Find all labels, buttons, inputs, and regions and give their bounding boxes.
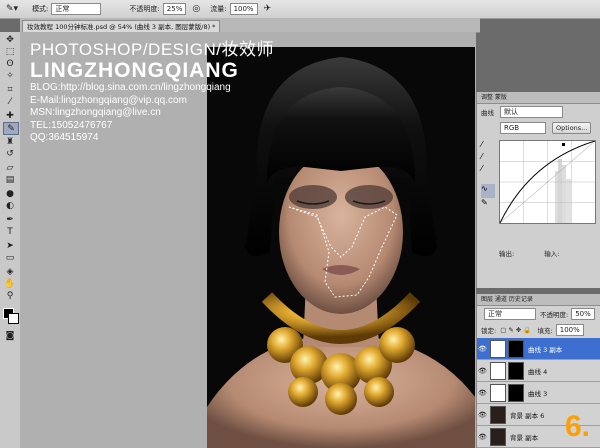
set-gray-point-icon[interactable]: ⁄ — [481, 152, 495, 164]
flow-label: 流量: — [210, 5, 227, 13]
eye-icon[interactable]: 👁 — [477, 411, 488, 419]
layer-opacity-label: 不透明度: — [540, 311, 569, 319]
input-label: 输入: — [544, 250, 560, 258]
adjustment-thumbnail — [490, 361, 506, 380]
quick-select-tool-icon[interactable]: ✧ — [3, 70, 17, 81]
pen-tool-icon[interactable]: ✒ — [3, 214, 17, 225]
lock-icons[interactable]: ▢ ✎ ✥ 🔒 — [500, 326, 531, 334]
gradient-tool-icon[interactable]: ▤ — [3, 174, 17, 185]
watermark-qq: QQ:364515974 — [30, 132, 99, 143]
airbrush-icon[interactable]: ✈ — [264, 4, 272, 14]
path-select-tool-icon[interactable]: ➤ — [3, 240, 17, 251]
adjustments-tabs[interactable]: 调整 蒙版 — [477, 92, 600, 104]
mode-select[interactable]: 正常 — [51, 3, 102, 15]
eye-icon[interactable]: 👁 — [477, 345, 488, 353]
mask-thumbnail[interactable] — [508, 339, 524, 358]
layer-name: 背景 副本 — [510, 433, 539, 442]
opacity-label: 不透明度: — [129, 5, 160, 13]
watermark-blog: BLOG:http://blog.sina.com.cn/lingzhongqi… — [30, 82, 231, 93]
layer-name: 背景 副本 6 — [510, 411, 545, 420]
opacity-field[interactable]: 25% — [162, 3, 187, 15]
curves-graph[interactable] — [499, 140, 596, 224]
watermark-title: PHOTOSHOP/DESIGN/妆效师 — [30, 40, 274, 59]
quick-mask-icon[interactable]: ◙ — [3, 330, 17, 341]
mask-thumbnail[interactable] — [508, 383, 524, 402]
crop-tool-icon[interactable]: ⌗ — [3, 84, 17, 95]
curves-grid — [499, 140, 596, 224]
marquee-tool-icon[interactable]: ⬚ — [3, 46, 17, 57]
output-label: 输出: — [499, 250, 515, 258]
curves-tools: ⁄ ⁄ ⁄ ∿ ✎ — [481, 140, 495, 210]
dodge-tool-icon[interactable]: ◐ — [3, 200, 17, 211]
mode-label: 模式: — [32, 5, 49, 13]
brush-tool-icon[interactable]: ✎▾ — [6, 4, 18, 14]
history-brush-tool-icon[interactable]: ↺ — [3, 148, 17, 159]
3d-tool-icon[interactable]: ◈ — [3, 266, 17, 277]
mask-thumbnail[interactable] — [508, 361, 524, 380]
move-tool-icon[interactable]: ✥ — [3, 34, 17, 45]
layer-name: 曲线 3 副本 — [528, 345, 563, 354]
blur-tool-icon[interactable]: ● — [3, 188, 17, 199]
channel-select[interactable]: RGB — [500, 122, 546, 134]
eyedropper-tool-icon[interactable]: ⁄ — [3, 96, 17, 107]
shape-tool-icon[interactable]: ▭ — [3, 252, 17, 263]
watermark-msn: MSN:lingzhongqiang@live.cn — [30, 107, 161, 118]
lasso-tool-icon[interactable]: ʘ — [3, 58, 17, 69]
lock-label: 锁定: — [481, 327, 497, 335]
curves-preset-select[interactable]: 默认 — [500, 106, 563, 118]
eye-icon[interactable]: 👁 — [477, 367, 488, 375]
curve-point-tool-icon[interactable]: ∿ — [481, 184, 495, 198]
layers-tabs[interactable]: 图层 通道 历史记录 — [477, 294, 600, 306]
pressure-opacity-icon[interactable]: ◎ — [192, 4, 200, 14]
hand-tool-icon[interactable]: ✋ — [3, 278, 17, 289]
adjustment-thumbnail — [490, 383, 506, 402]
brush-tool-icon[interactable]: ✎ — [3, 122, 19, 135]
layer-row[interactable]: 👁 曲线 3 — [477, 382, 600, 404]
healing-tool-icon[interactable]: ✚ — [3, 110, 17, 121]
layer-opacity-field[interactable]: 50% — [571, 308, 595, 320]
layer-row[interactable]: 👁 曲线 3 副本 — [477, 338, 600, 360]
set-white-point-icon[interactable]: ⁄ — [481, 164, 495, 176]
watermark-name: LINGZHONGQIANG — [30, 59, 239, 82]
stamp-tool-icon[interactable]: ♜ — [3, 136, 17, 147]
options-bar: ✎▾ 模式: 正常 不透明度: 25% ◎ 流量: 100% ✈ — [0, 0, 600, 19]
eye-icon[interactable]: 👁 — [477, 433, 488, 441]
watermark-tel: TEL:15052476767 — [30, 119, 113, 131]
type-tool-icon[interactable]: T — [3, 226, 17, 237]
layer-name: 曲线 3 — [528, 389, 548, 398]
layer-row[interactable]: 👁 曲线 4 — [477, 360, 600, 382]
blend-mode-select[interactable]: 正常 — [484, 308, 536, 320]
background-color-swatch[interactable] — [8, 313, 19, 324]
zoom-tool-icon[interactable]: ⚲ — [3, 290, 17, 301]
eye-icon[interactable]: 👁 — [477, 389, 488, 397]
adjustments-panel: 调整 蒙版 曲线 默认 RGB Options... ⁄ ⁄ ⁄ ∿ ✎ 输出:… — [476, 92, 600, 288]
layer-name: 曲线 4 — [528, 367, 548, 376]
document-tab-bar: 妆效教程 100分钟标准.psd @ 54% (曲线 3 副本, 图层蒙版/8)… — [20, 18, 480, 33]
step-number: 6. — [565, 410, 591, 443]
watermark-email: E-Mail:lingzhongqiang@vip.qq.com — [30, 94, 187, 106]
eraser-tool-icon[interactable]: ▱ — [3, 162, 17, 173]
set-black-point-icon[interactable]: ⁄ — [481, 140, 495, 152]
pencil-draw-icon[interactable]: ✎ — [481, 198, 495, 210]
adjustment-thumbnail — [490, 339, 506, 358]
layer-thumbnail — [490, 405, 506, 424]
curves-label: 曲线 — [481, 109, 494, 117]
fill-field[interactable]: 100% — [555, 324, 584, 336]
flow-field[interactable]: 100% — [229, 3, 258, 15]
watermark-overlay: PHOTOSHOP/DESIGN/妆效师 LINGZHONGQIANG BLOG… — [30, 40, 274, 145]
layer-thumbnail — [490, 427, 506, 446]
toolbox: ✥ ⬚ ʘ ✧ ⌗ ⁄ ✚ ✎ ♜ ↺ ▱ ▤ ● ◐ ✒ T ➤ ▭ ◈ ✋ … — [0, 32, 21, 448]
fill-label: 填充: — [537, 327, 553, 335]
curves-options-button[interactable]: Options... — [552, 122, 592, 134]
